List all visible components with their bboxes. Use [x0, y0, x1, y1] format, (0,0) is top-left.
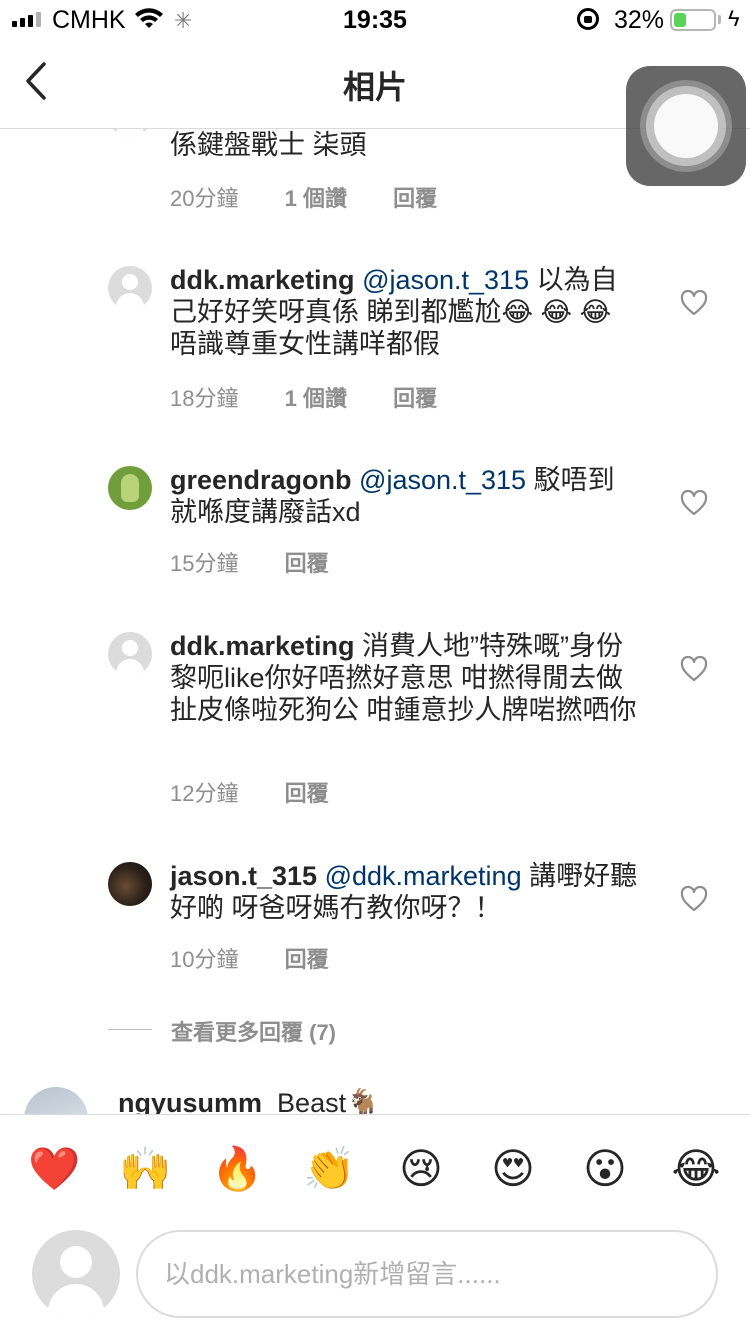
comment-username[interactable]: ddk.marketing — [170, 265, 355, 295]
heart-icon[interactable] — [680, 490, 708, 516]
comment-input[interactable] — [136, 1230, 718, 1318]
heart-eyes-emoji-button[interactable]: 😍 — [487, 1143, 539, 1195]
comment-mention[interactable]: @jason.t_315 — [362, 265, 529, 295]
comment-meta: 10分鐘 回覆 — [170, 942, 369, 974]
assistive-touch-button[interactable] — [626, 66, 746, 186]
crying-face-emoji-button[interactable]: 😢 — [395, 1143, 447, 1195]
comment-time: 18分鐘 — [170, 386, 239, 411]
avatar[interactable] — [108, 632, 152, 676]
comment-meta: 20分鐘 1 個讚 回覆 — [170, 181, 477, 213]
emoji-reaction-bar: ❤️ 🙌 🔥 👏 😢 😍 😮 😂 — [0, 1114, 750, 1223]
comment-text: Beast🐐 — [277, 1088, 380, 1114]
battery-percentage: 32% — [614, 6, 665, 34]
avatar[interactable] — [24, 1087, 88, 1114]
reply-button[interactable]: 回覆 — [285, 551, 329, 576]
tears-of-joy-emoji-button[interactable]: 😂 — [670, 1143, 722, 1195]
current-user-avatar — [32, 1230, 120, 1318]
battery-icon — [670, 9, 716, 31]
comment-username[interactable]: greendragonb — [170, 465, 352, 495]
comment-time: 10分鐘 — [170, 947, 239, 972]
charging-bolt-icon: ϟ — [728, 6, 740, 31]
heart-icon[interactable] — [680, 656, 708, 682]
comment-likes[interactable]: 1 個讚 — [285, 386, 347, 411]
reply-button[interactable]: 回覆 — [285, 947, 329, 972]
comment-likes[interactable]: 1 個讚 — [285, 186, 347, 211]
comment-body: ddk.marketing @jason.t_315 以為自己好好笑呀真係 睇到… — [170, 264, 640, 360]
comment-time: 20分鐘 — [170, 186, 239, 211]
comment-time: 12分鐘 — [170, 781, 239, 806]
avatar[interactable] — [108, 862, 152, 906]
view-more-replies-label[interactable]: 查看更多回覆 (7) — [171, 1015, 336, 1047]
status-bar: CMHK ✳ 19:35 32% ϟ — [0, 0, 750, 40]
comments-list: 係鍵盤戰士 柒頭 20分鐘 1 個讚 回覆 ddk.marketing @jas… — [0, 129, 750, 1114]
avatar[interactable] — [108, 266, 152, 310]
avatar[interactable] — [108, 129, 152, 137]
comment-username[interactable]: ddk.marketing — [170, 631, 355, 661]
comment-time: 15分鐘 — [170, 551, 239, 576]
comment-username[interactable]: ngyusumm — [118, 1088, 262, 1114]
battery-level — [674, 13, 686, 27]
battery-tip — [718, 15, 721, 24]
fire-emoji-button[interactable]: 🔥 — [211, 1143, 263, 1195]
comment-username[interactable]: jason.t_315 — [170, 861, 317, 891]
reply-button[interactable]: 回覆 — [393, 386, 437, 411]
avatar[interactable] — [108, 466, 152, 510]
reply-button[interactable]: 回覆 — [393, 186, 437, 211]
view-more-divider — [108, 1029, 152, 1030]
comment-mention[interactable]: @ddk.marketing — [325, 861, 522, 891]
comment-meta: 18分鐘 1 個讚 回覆 — [170, 381, 477, 413]
raising-hands-emoji-button[interactable]: 🙌 — [119, 1143, 171, 1195]
clapping-hands-emoji-button[interactable]: 👏 — [303, 1143, 355, 1195]
comment-mention[interactable]: @jason.t_315 — [359, 465, 526, 495]
comment-body: ngyusumm Beast🐐 — [118, 1087, 380, 1114]
reply-button[interactable]: 回覆 — [285, 781, 329, 806]
comment-body: greendragonb @jason.t_315 駁唔到就喺度講廢話xd — [170, 464, 640, 528]
surprised-face-emoji-button[interactable]: 😮 — [579, 1143, 631, 1195]
heart-icon[interactable] — [680, 290, 708, 316]
comment-body: ddk.marketing 消費人地”特殊嘅”身份黎呃like你好唔撚好意思 咁… — [170, 630, 640, 726]
comment-meta: 12分鐘 回覆 — [170, 776, 369, 808]
comment-meta: 15分鐘 回覆 — [170, 546, 369, 578]
assistive-touch-ring-inner — [654, 94, 718, 158]
comment-body: jason.t_315 @ddk.marketing 講嘢好聽好啲 呀爸呀媽冇教… — [170, 860, 640, 924]
heart-emoji-button[interactable]: ❤️ — [28, 1143, 80, 1195]
heart-icon[interactable] — [680, 886, 708, 912]
rotation-lock-icon — [577, 8, 599, 30]
comment-text: 係鍵盤戰士 柒頭 — [170, 130, 367, 160]
